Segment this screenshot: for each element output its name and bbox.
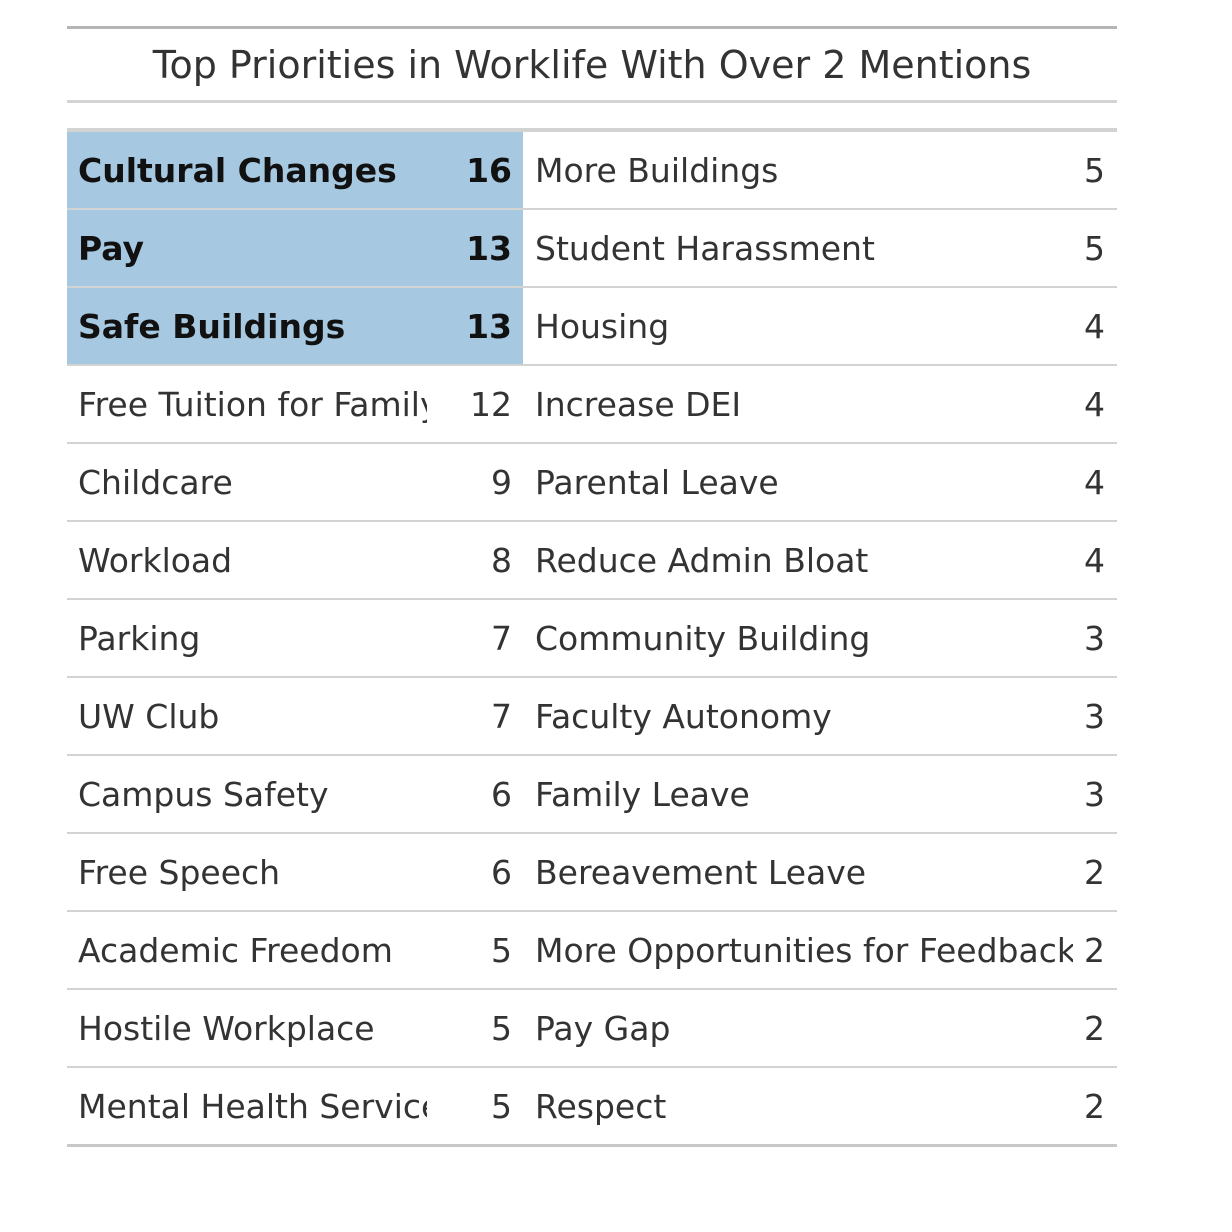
right-value-cell: 3 (1084, 696, 1105, 736)
left-label-cell: Free Tuition for Family (78, 384, 427, 424)
right-label-cell: Pay Gap (535, 1008, 671, 1048)
right-value-cell: 2 (1084, 852, 1105, 892)
left-label-cell: Campus Safety (78, 774, 329, 814)
left-value-cell: 13 (427, 210, 523, 286)
table-row: Parking 7 Community Building 3 (67, 600, 1117, 678)
left-label-cell: Parking (78, 618, 201, 658)
left-value-cell: 5 (491, 1008, 512, 1048)
left-value-cell: 7 (491, 618, 512, 658)
left-value-cell: 9 (491, 462, 512, 502)
table-row: Pay 13 Student Harassment 5 (67, 210, 1117, 288)
left-label-cell: Free Speech (78, 852, 281, 892)
table-row: Free Speech 6 Bereavement Leave 2 (67, 834, 1117, 912)
right-value-cell: 3 (1084, 774, 1105, 814)
table-title: Top Priorities in Worklife With Over 2 M… (67, 26, 1117, 103)
priorities-table: Top Priorities in Worklife With Over 2 M… (67, 26, 1117, 1147)
right-value-cell: 4 (1084, 384, 1105, 424)
right-label-cell: Parental Leave (535, 462, 779, 502)
table-row: Childcare 9 Parental Leave 4 (67, 444, 1117, 522)
left-label-cell: Workload (78, 540, 233, 580)
table-row: Hostile Workplace 5 Pay Gap 2 (67, 990, 1117, 1068)
left-label-cell: Hostile Workplace (78, 1008, 375, 1048)
left-label-cell: Safe Buildings (67, 288, 427, 364)
table-row: UW Club 7 Faculty Autonomy 3 (67, 678, 1117, 756)
table-row: Safe Buildings 13 Housing 4 (67, 288, 1117, 366)
right-label-cell: Family Leave (535, 774, 750, 814)
right-value-cell: 4 (1084, 462, 1105, 502)
left-value-cell: 6 (491, 852, 512, 892)
title-spacer (67, 103, 1117, 128)
left-label-cell: Cultural Changes (67, 132, 427, 208)
right-label-cell: More Opportunities for Feedback (535, 930, 1073, 970)
left-value-cell: 16 (427, 132, 523, 208)
left-value-cell: 7 (491, 696, 512, 736)
left-value-cell: 13 (427, 288, 523, 364)
right-label-cell: Student Harassment (535, 228, 875, 268)
right-label-cell: Increase DEI (535, 384, 742, 424)
right-value-cell: 2 (1084, 1008, 1105, 1048)
left-value-cell: 5 (491, 1086, 512, 1126)
right-value-cell: 4 (1084, 540, 1105, 580)
left-value-cell: 6 (491, 774, 512, 814)
right-label-cell: Reduce Admin Bloat (535, 540, 869, 580)
left-label-cell: Academic Freedom (78, 930, 393, 970)
table-row: Free Tuition for Family 12 Increase DEI 4 (67, 366, 1117, 444)
right-label-cell: Community Building (535, 618, 871, 658)
right-label-cell: More Buildings (535, 150, 779, 190)
right-label-cell: Housing (535, 306, 670, 346)
left-value-cell: 12 (470, 384, 512, 424)
left-label-cell: Pay (67, 210, 427, 286)
table-body: Cultural Changes 16 More Buildings 5 Pay 13 St… (67, 128, 1117, 1147)
right-value-cell: 3 (1084, 618, 1105, 658)
left-label-cell: Mental Health Services (78, 1086, 427, 1126)
right-label-cell: Bereavement Leave (535, 852, 867, 892)
right-value-cell: 4 (1084, 306, 1105, 346)
right-value-cell: 2 (1084, 1086, 1105, 1126)
table-row: Workload 8 Reduce Admin Bloat 4 (67, 522, 1117, 600)
left-label-cell: UW Club (78, 696, 220, 736)
right-label-cell: Respect (535, 1086, 667, 1126)
table-row: Mental Health Services 5 Respect 2 (67, 1068, 1117, 1144)
table-row: Campus Safety 6 Family Leave 3 (67, 756, 1117, 834)
table-row: Academic Freedom 5 More Opportunities for … (67, 912, 1117, 990)
right-value-cell: 5 (1084, 150, 1105, 190)
left-label-cell: Childcare (78, 462, 233, 502)
right-value-cell: 5 (1084, 228, 1105, 268)
table-row: Cultural Changes 16 More Buildings 5 (67, 132, 1117, 210)
left-value-cell: 8 (491, 540, 512, 580)
left-value-cell: 5 (491, 930, 512, 970)
right-label-cell: Faculty Autonomy (535, 696, 832, 736)
right-value-cell: 2 (1084, 930, 1105, 970)
